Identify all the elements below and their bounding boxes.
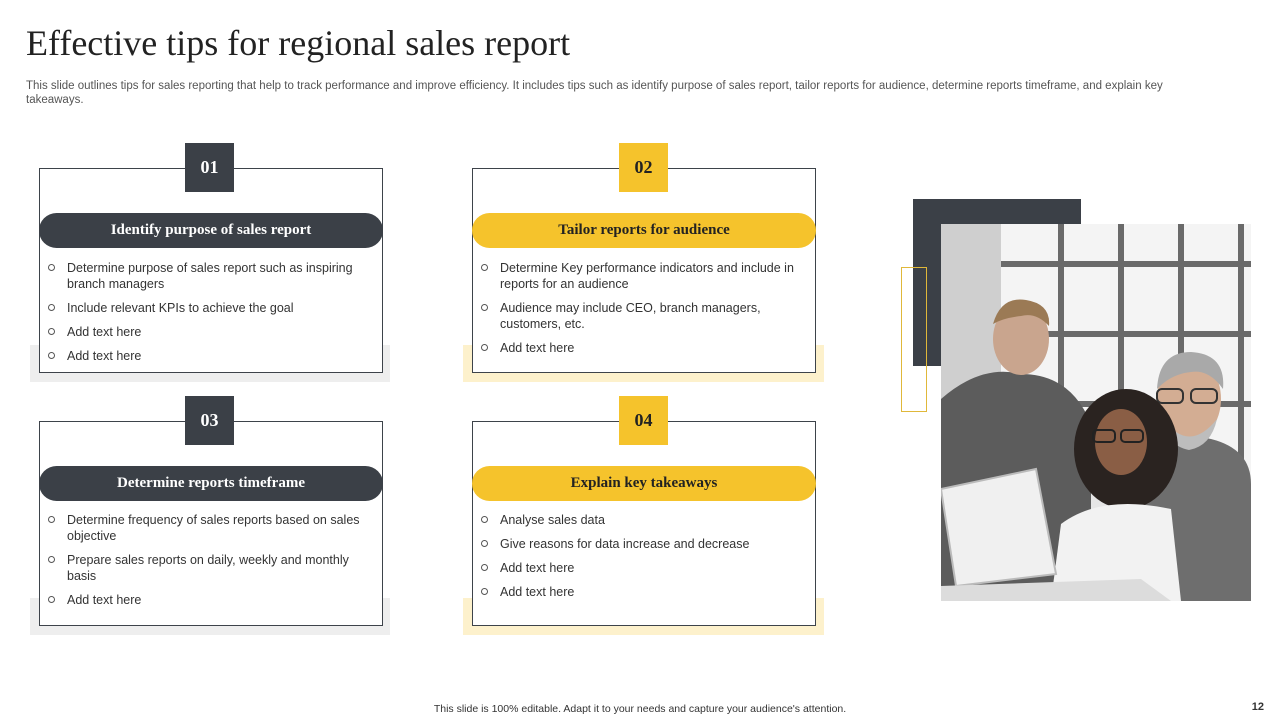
bullet-icon: [48, 264, 55, 271]
tip-number-04: 04: [619, 396, 668, 445]
bullet-icon: [481, 564, 488, 571]
bullet-icon: [481, 264, 488, 271]
tip-list-03: Determine frequency of sales reports bas…: [48, 512, 368, 616]
page-number: 12: [1251, 701, 1264, 713]
list-item: Prepare sales reports on daily, weekly a…: [48, 552, 368, 584]
list-item: Determine purpose of sales report such a…: [48, 260, 368, 292]
tip-card-01: Identify purpose of sales report Determi…: [39, 168, 383, 373]
list-item: Audience may include CEO, branch manager…: [481, 300, 801, 332]
team-photo-illustration: [941, 224, 1251, 601]
list-item: Add text here: [48, 324, 368, 340]
bullet-icon: [48, 516, 55, 523]
tip-heading-01: Identify purpose of sales report: [39, 213, 383, 248]
photo-accent-outline: [901, 267, 927, 412]
bullet-icon: [481, 304, 488, 311]
list-item: Add text here: [48, 348, 368, 364]
bullet-icon: [48, 596, 55, 603]
tip-heading-02: Tailor reports for audience: [472, 213, 816, 248]
bullet-icon: [481, 516, 488, 523]
tip-list-01: Determine purpose of sales report such a…: [48, 260, 368, 372]
list-item: Determine frequency of sales reports bas…: [48, 512, 368, 544]
tip-list-02: Determine Key performance indicators and…: [481, 260, 801, 364]
tip-number-02: 02: [619, 143, 668, 192]
bullet-icon: [48, 304, 55, 311]
bullet-icon: [481, 540, 488, 547]
tip-card-02: Tailor reports for audience Determine Ke…: [472, 168, 816, 373]
bullet-icon: [481, 588, 488, 595]
tip-card-03: Determine reports timeframe Determine fr…: [39, 421, 383, 626]
bullet-icon: [48, 556, 55, 563]
tip-list-04: Analyse sales data Give reasons for data…: [481, 512, 801, 608]
tip-number-03: 03: [185, 396, 234, 445]
bullet-icon: [48, 328, 55, 335]
bullet-icon: [48, 352, 55, 359]
list-item: Include relevant KPIs to achieve the goa…: [48, 300, 368, 316]
tip-card-04: Explain key takeaways Analyse sales data…: [472, 421, 816, 626]
list-item: Add text here: [481, 560, 801, 576]
tip-heading-04: Explain key takeaways: [472, 466, 816, 501]
list-item: Give reasons for data increase and decre…: [481, 536, 801, 552]
footer-note: This slide is 100% editable. Adapt it to…: [433, 703, 847, 715]
bullet-icon: [481, 344, 488, 351]
list-item: Add text here: [48, 592, 368, 608]
page-subtitle: This slide outlines tips for sales repor…: [26, 80, 1163, 106]
list-item: Add text here: [481, 340, 801, 356]
list-item: Analyse sales data: [481, 512, 801, 528]
list-item: Add text here: [481, 584, 801, 600]
list-item: Determine Key performance indicators and…: [481, 260, 801, 292]
tip-number-01: 01: [185, 143, 234, 192]
team-photo: [941, 224, 1251, 601]
page-title: Effective tips for regional sales report: [26, 23, 571, 63]
tip-heading-03: Determine reports timeframe: [39, 466, 383, 501]
